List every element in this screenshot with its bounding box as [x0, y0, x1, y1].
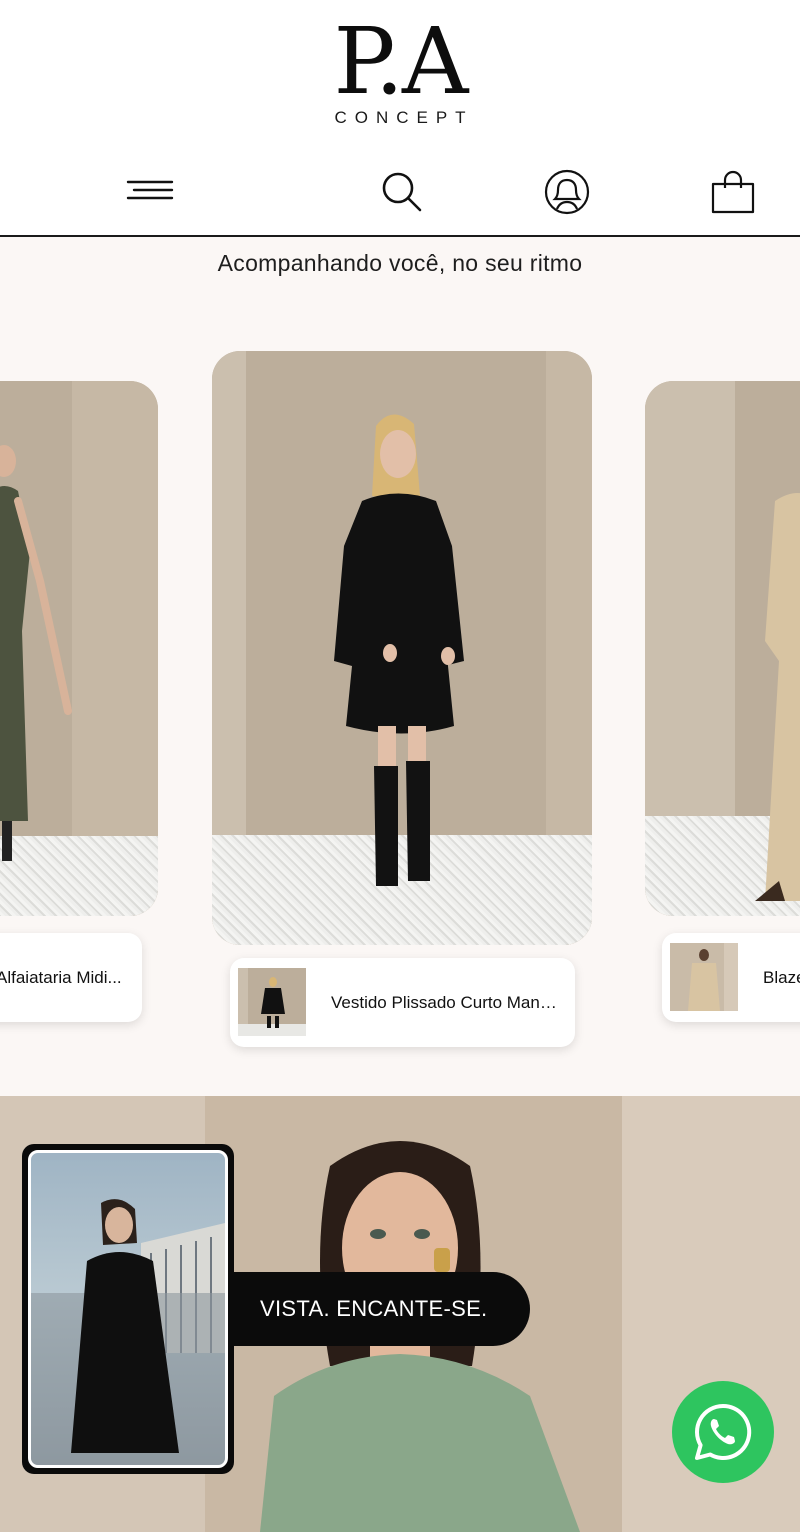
bag-icon[interactable] [707, 166, 759, 218]
menu-icon[interactable] [124, 166, 176, 218]
product-card-center[interactable] [212, 351, 592, 945]
logo-main-text: P.A [333, 8, 469, 115]
product-label-left[interactable]: Alfaiataria Midi... [0, 933, 142, 1022]
product-image [0, 381, 158, 916]
product-image [645, 381, 800, 916]
account-icon[interactable] [541, 166, 593, 218]
logo-sub-text: CONCEPT [334, 108, 474, 127]
site-header: P.A CONCEPT [0, 0, 800, 237]
search-icon[interactable] [376, 166, 428, 218]
product-card-left[interactable] [0, 381, 158, 916]
product-name: Vestido Plissado Curto Mang... [331, 993, 563, 1012]
model-figure [0, 445, 72, 861]
video-frame [28, 1150, 228, 1468]
product-card-right[interactable] [645, 381, 800, 916]
model-figure [334, 414, 464, 886]
product-thumbnail [238, 968, 306, 1036]
product-label-center[interactable]: Vestido Plissado Curto Mang... [230, 958, 575, 1047]
product-name: Alfaiataria Midi... [0, 968, 122, 987]
brand-logo[interactable]: P.A CONCEPT [0, 8, 800, 128]
whatsapp-button[interactable] [672, 1381, 774, 1483]
product-label-right[interactable]: Blaze [662, 933, 800, 1022]
whatsapp-icon [695, 1403, 752, 1460]
product-thumbnail [670, 943, 738, 1011]
product-name: Blaze [763, 968, 800, 987]
story-video-thumbnail[interactable] [22, 1144, 234, 1474]
banner-cta[interactable]: VISTA. ENCANTE-SE. [230, 1272, 530, 1346]
product-image [212, 351, 592, 945]
tagline: Acompanhando você, no seu ritmo [217, 250, 583, 276]
page: P.A CONCEPT Acompanhando você, no seu ri… [0, 0, 800, 1532]
model-figure [755, 493, 800, 901]
